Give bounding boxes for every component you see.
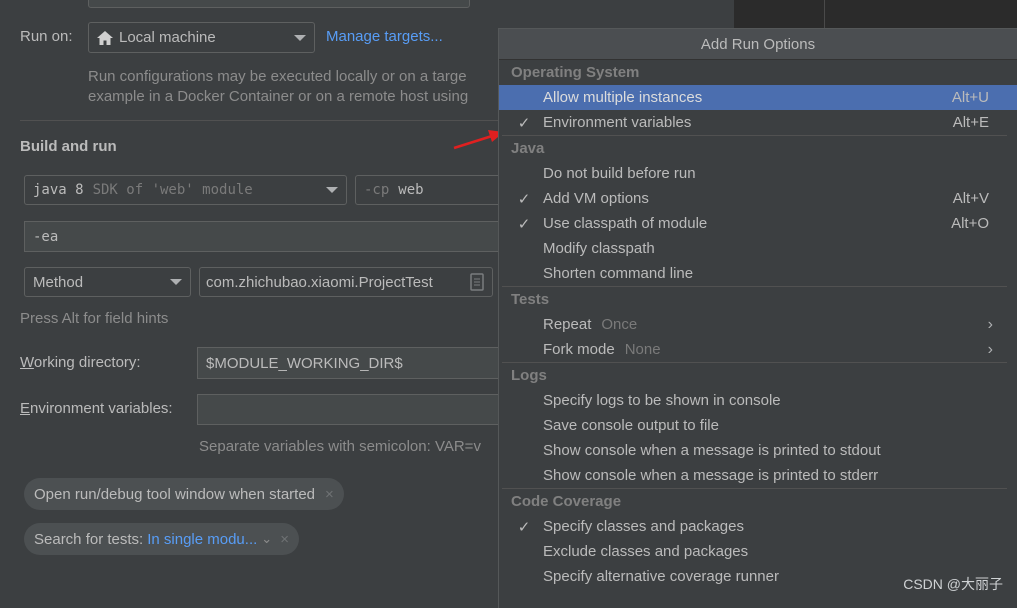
test-class-field[interactable]: com.zhichubao.xiaomi.ProjectTest bbox=[199, 267, 493, 297]
menu-item[interactable]: Exclude classes and packages bbox=[499, 539, 1017, 564]
open-tool-window-chip[interactable]: Open run/debug tool window when started … bbox=[24, 478, 344, 510]
chevron-down-icon bbox=[326, 187, 338, 193]
divider bbox=[824, 0, 825, 29]
menu-item-label: Show console when a message is printed t… bbox=[543, 442, 881, 459]
popup-list: Operating System Allow multiple instances… bbox=[499, 60, 1017, 589]
working-directory-value: $MODULE_WORKING_DIR$ bbox=[206, 354, 403, 372]
chevron-down-icon[interactable]: ⌄ bbox=[261, 531, 272, 547]
search-for-tests-chip[interactable]: Search for tests: In single modu... ⌄ × bbox=[24, 523, 299, 555]
jre-hint: SDK of 'web' module bbox=[92, 182, 253, 198]
add-run-options-popup: Add Run Options Operating System Allow mu… bbox=[498, 28, 1017, 608]
check-icon: ✓ bbox=[517, 518, 531, 536]
working-directory-field[interactable]: $MODULE_WORKING_DIR$ bbox=[197, 347, 507, 379]
section-divider bbox=[20, 120, 498, 121]
working-directory-label: Working directory: bbox=[20, 354, 141, 371]
field-hints-text: Press Alt for field hints bbox=[20, 310, 169, 327]
chevron-down-icon bbox=[170, 279, 182, 285]
menu-item-label: Use classpath of module bbox=[543, 215, 708, 232]
chevron-right-icon: › bbox=[987, 315, 993, 333]
menu-item[interactable]: Do not build before run bbox=[499, 161, 1017, 186]
menu-item[interactable]: Save console output to file bbox=[499, 413, 1017, 438]
chevron-right-icon: › bbox=[987, 340, 993, 358]
shortcut-label: Alt+V bbox=[952, 190, 989, 207]
shortcut-label: Alt+U bbox=[951, 89, 989, 106]
menu-item-label: Fork mode bbox=[543, 341, 615, 358]
menu-item[interactable]: Allow multiple instances Alt+U bbox=[499, 85, 1017, 110]
menu-item[interactable]: ✓ Specify classes and packages bbox=[499, 514, 1017, 539]
menu-item-label: Specify classes and packages bbox=[543, 518, 744, 535]
menu-item-label: Environment variables bbox=[543, 114, 692, 131]
check-icon: ✓ bbox=[517, 215, 531, 233]
run-on-label: Run on: bbox=[20, 28, 73, 45]
group-header: Java bbox=[511, 140, 545, 157]
environment-variables-hint: Separate variables with semicolon: VAR=v bbox=[199, 438, 481, 455]
chevron-down-icon bbox=[294, 34, 306, 41]
chip-label: Open run/debug tool window when started bbox=[34, 485, 316, 503]
menu-item-label: Exclude classes and packages bbox=[543, 543, 749, 560]
menu-item[interactable]: ✓ Environment variables Alt+E bbox=[499, 110, 1017, 135]
home-icon bbox=[97, 30, 113, 45]
manage-targets-link[interactable]: Manage targets... bbox=[326, 28, 443, 45]
vm-options-field[interactable]: -ea bbox=[24, 221, 514, 252]
browse-class-icon[interactable] bbox=[470, 273, 484, 291]
run-on-combo[interactable]: Local machine bbox=[88, 22, 315, 53]
cp-value: web bbox=[398, 182, 424, 198]
menu-item[interactable]: Fork mode None › bbox=[499, 337, 1017, 362]
menu-item-label: Repeat bbox=[543, 316, 592, 333]
menu-item-label: Specify alternative coverage runner bbox=[543, 568, 779, 585]
editor-background bbox=[734, 0, 1017, 29]
group-header: Operating System bbox=[511, 64, 640, 81]
label-text: orking directory: bbox=[33, 354, 141, 371]
menu-item[interactable]: Modify classpath bbox=[499, 236, 1017, 261]
test-kind-value: Method bbox=[33, 273, 84, 291]
menu-item[interactable]: Show console when a message is printed t… bbox=[499, 438, 1017, 463]
menu-item-label: Save console output to file bbox=[543, 417, 719, 434]
menu-item[interactable]: Shorten command line bbox=[499, 261, 1017, 286]
search-for-tests-value[interactable]: In single modu... bbox=[147, 531, 257, 548]
group-header: Tests bbox=[511, 291, 550, 308]
environment-variables-label: Environment variables: bbox=[20, 400, 173, 417]
menu-item-label: Show console when a message is printed t… bbox=[543, 467, 879, 484]
check-icon: ✓ bbox=[517, 114, 531, 132]
test-kind-combo[interactable]: Method bbox=[24, 267, 191, 297]
menu-item-label: Do not build before run bbox=[543, 165, 696, 182]
test-class-value: com.zhichubao.xiaomi.ProjectTest bbox=[206, 273, 433, 291]
group-header: Logs bbox=[511, 367, 547, 384]
menu-item-label: Specify logs to be shown in console bbox=[543, 392, 781, 409]
environment-variables-field[interactable] bbox=[197, 394, 507, 425]
menu-item-label: Allow multiple instances bbox=[543, 89, 703, 106]
name-field[interactable] bbox=[88, 0, 470, 8]
menu-item[interactable]: Repeat Once › bbox=[499, 312, 1017, 337]
menu-item-label: Add VM options bbox=[543, 190, 649, 207]
close-icon[interactable]: × bbox=[280, 531, 289, 548]
cp-prefix: -cp bbox=[364, 182, 390, 198]
run-on-description-1: Run configurations may be executed local… bbox=[88, 68, 467, 85]
popup-title: Add Run Options bbox=[499, 29, 1017, 60]
menu-item[interactable]: Show console when a message is printed t… bbox=[499, 463, 1017, 488]
build-and-run-title: Build and run bbox=[20, 138, 117, 155]
menu-item-label: Modify classpath bbox=[543, 240, 655, 257]
shortcut-label: Alt+O bbox=[951, 215, 989, 232]
watermark: CSDN @大丽子 bbox=[903, 576, 1003, 592]
jre-combo[interactable]: java 8 SDK of 'web' module bbox=[24, 175, 347, 205]
mnemonic: E bbox=[20, 400, 31, 417]
chip-label: Search for tests: bbox=[34, 530, 144, 548]
label-text: nvironment variables: bbox=[30, 400, 173, 417]
jre-value: java 8 bbox=[33, 182, 84, 198]
menu-item-value: None bbox=[624, 341, 661, 358]
run-on-value: Local machine bbox=[119, 29, 216, 46]
close-icon[interactable]: × bbox=[325, 486, 334, 503]
shortcut-label: Alt+E bbox=[952, 114, 989, 131]
menu-item-value: Once bbox=[601, 316, 638, 333]
menu-item[interactable]: ✓ Add VM options Alt+V bbox=[499, 186, 1017, 211]
mnemonic: W bbox=[20, 354, 34, 371]
classpath-combo[interactable]: -cp web bbox=[355, 175, 515, 205]
menu-item[interactable]: ✓ Use classpath of module Alt+O bbox=[499, 211, 1017, 236]
check-icon: ✓ bbox=[517, 190, 531, 208]
menu-item[interactable]: Specify logs to be shown in console bbox=[499, 388, 1017, 413]
group-header: Code Coverage bbox=[511, 493, 622, 510]
vm-options-value: -ea bbox=[33, 228, 59, 245]
menu-item-label: Shorten command line bbox=[543, 265, 694, 282]
run-on-description-2: example in a Docker Container or on a re… bbox=[88, 88, 469, 105]
